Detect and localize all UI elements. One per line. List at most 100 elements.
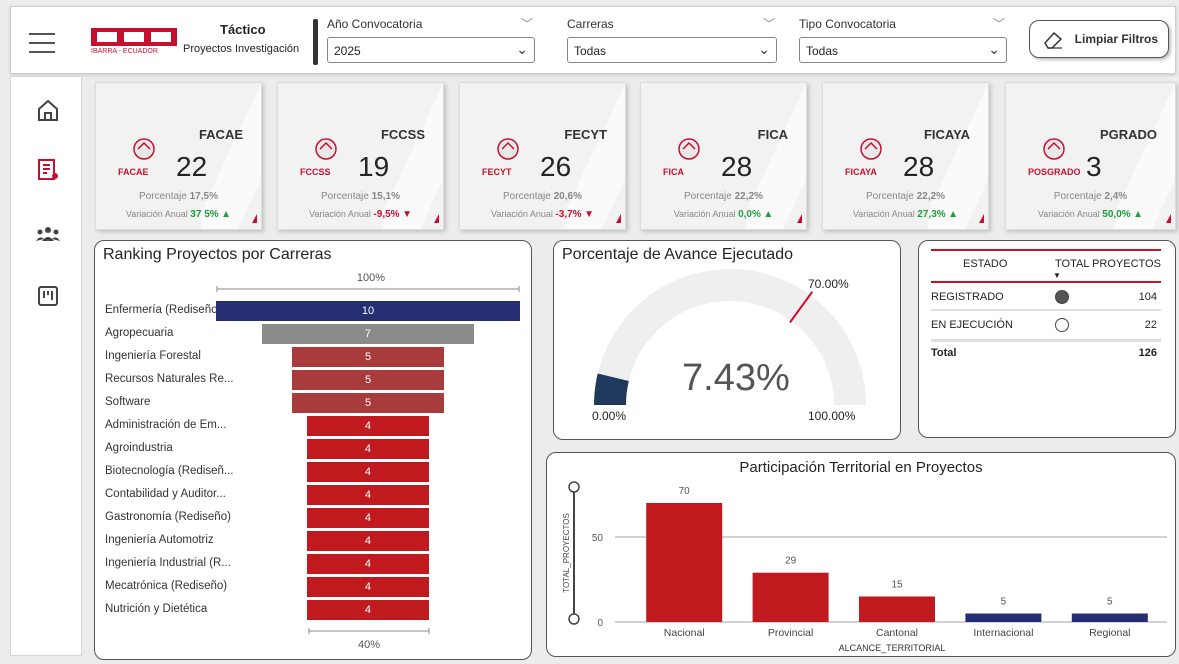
ranking-title: Ranking Proyectos por Carreras: [103, 246, 332, 263]
faculty-icon-label: FECYT: [482, 167, 512, 177]
eraser-icon: [1044, 31, 1063, 49]
faculty-code: FICA: [757, 127, 788, 142]
bar-cantonal[interactable]: [859, 596, 935, 623]
percentage-label: Porcentaje: [321, 191, 369, 202]
funnel-bar[interactable]: 5: [292, 393, 444, 413]
funnel-bar[interactable]: 4: [307, 577, 429, 597]
funnel-bar[interactable]: 4: [307, 462, 429, 482]
funnel-bar[interactable]: 5: [292, 347, 444, 367]
report-icon[interactable]: [35, 157, 61, 183]
funnel-category-label: Administración de Em...: [105, 419, 227, 431]
chevron-down-icon[interactable]: ﹀: [521, 15, 533, 32]
variation-value: -9,5%: [373, 209, 400, 220]
ranking-panel: Ranking Proyectos por Carreras 100% Enfe…: [94, 240, 532, 660]
percentage-label: Porcentaje: [139, 191, 187, 202]
y-range-handle-top[interactable]: [568, 481, 580, 493]
percentage-label: Porcentaje: [1053, 191, 1102, 202]
slicer-tipo-convocatoria: Tipo Convocatoria ﹀ Todas ⌄: [799, 15, 1007, 63]
table-header-rule: [931, 281, 1161, 283]
clear-filters-button[interactable]: Limpiar Filtros: [1029, 20, 1169, 58]
funnel-bar[interactable]: 4: [307, 508, 429, 528]
kpi-card-pgrado[interactable]: POSGRADO PGRADO 3 Porcentaje 2,4% Variación …: [1005, 82, 1176, 230]
anio-dropdown[interactable]: 2025 ⌄: [327, 37, 535, 63]
people-icon[interactable]: [35, 221, 61, 247]
funnel-bar[interactable]: 4: [307, 600, 429, 620]
funnel-bar[interactable]: 4: [307, 485, 429, 505]
kpi-card-fica[interactable]: FICA FICA 28 Porcentaje 22,2% Variación Anua…: [640, 82, 807, 230]
project-count: 22: [176, 151, 208, 182]
board-icon[interactable]: [35, 283, 61, 309]
card-decoration: [746, 83, 806, 229]
triangle-down-icon: ▼: [584, 209, 594, 220]
clear-filters-label: Limpiar Filtros: [1074, 32, 1158, 46]
variation-value: -3,7%: [555, 209, 582, 220]
funnel-bar[interactable]: 4: [307, 531, 429, 551]
bar-internacional[interactable]: [965, 613, 1042, 623]
funnel-bar[interactable]: 4: [307, 439, 429, 459]
total-value: 126: [1138, 347, 1157, 359]
home-icon[interactable]: [35, 97, 61, 123]
funnel-bar[interactable]: 7: [261, 324, 475, 344]
percentage-label: Porcentaje: [684, 191, 732, 202]
table-total-rule: [931, 339, 1161, 342]
kpi-card-fecyt[interactable]: FECYT FECYT 26 Porcentaje 20,6% Variación An…: [459, 82, 626, 230]
bar-nacional[interactable]: [646, 503, 723, 622]
chevron-down-icon[interactable]: ﹀: [763, 15, 775, 32]
utn-logo: IBARRA - ECUADOR: [91, 28, 177, 60]
triangle-up-icon: ▲: [763, 209, 774, 220]
triangle-down-icon: ▼: [402, 209, 412, 220]
carreras-dropdown[interactable]: Todas ⌄: [567, 37, 777, 63]
y-tick-label: 0: [597, 618, 603, 629]
chevron-down-icon: ⌄: [988, 41, 1000, 57]
bar-regional[interactable]: [1071, 613, 1148, 623]
variation-text: Variación Anual -3,7% ▼: [460, 209, 625, 220]
funnel-bar[interactable]: 4: [307, 554, 429, 574]
percentage-value: 15,1%: [371, 191, 400, 202]
percentage-text: Porcentaje 17,5%: [96, 191, 261, 202]
bar-value-label: 70: [679, 486, 691, 497]
variation-value: 37 5%: [190, 209, 219, 220]
dropdown-value: Todas: [806, 44, 839, 58]
corner-marker: [252, 214, 257, 223]
kpi-card-fccss[interactable]: FCCSS FCCSS 19 Porcentaje 15,1% Variación An…: [277, 82, 444, 230]
x-tick-label: Internacional: [973, 627, 1033, 639]
project-count: 26: [540, 151, 572, 182]
y-range-handle-bottom[interactable]: [568, 613, 580, 625]
variation-label: Variación Anual: [125, 209, 188, 219]
variation-text: Variación Anual 0,0% ▲: [641, 209, 806, 220]
gauge-target-label: 70.00%: [808, 277, 849, 291]
funnel-bar[interactable]: 4: [307, 416, 429, 436]
funnel-bar[interactable]: 10: [216, 301, 520, 321]
card-decoration: [201, 83, 261, 229]
faculty-icon-label: POSGRADO: [1028, 167, 1081, 177]
bar-provincial[interactable]: [752, 572, 829, 622]
funnel-category-label: Recursos Naturales Re...: [105, 373, 234, 385]
funnel-category-label: Enfermería (Rediseño: [105, 304, 218, 316]
col-total-proyectos[interactable]: TOTAL PROYECTOS: [1055, 258, 1161, 270]
variation-label: Variación Anual: [1037, 209, 1100, 219]
total-label: Total: [931, 347, 957, 359]
kpi-card-facae[interactable]: FACAE FACAE 22 Porcentaje 17,5% Variación An…: [95, 82, 262, 230]
funnel-category-label: Ingeniería Forestal: [105, 350, 201, 362]
status-table-panel: ESTADO TOTAL PROYECTOS ▼ REGISTRADO 104 EN…: [918, 240, 1176, 438]
variation-value: 50,0%: [1102, 209, 1131, 220]
chevron-down-icon: ⌄: [758, 41, 770, 57]
page-title: Táctico: [220, 22, 266, 37]
funnel-top-bracket: [216, 286, 520, 292]
triangle-up-icon: ▲: [221, 209, 232, 220]
empty-circle-icon: [1055, 318, 1069, 332]
funnel-category-label: Mecatrónica (Rediseño): [105, 580, 228, 592]
funnel-category-label: Agropecuaria: [105, 327, 174, 339]
hamburger-menu-icon[interactable]: [29, 33, 55, 53]
funnel-bar[interactable]: 5: [292, 370, 444, 390]
dropdown-value: 2025: [334, 44, 361, 58]
col-estado[interactable]: ESTADO: [963, 258, 1007, 270]
percentage-value: 17,5%: [189, 191, 218, 202]
kpi-card-ficaya[interactable]: FICAYA FICAYA 28 Porcentaje 22,2% Variación …: [822, 82, 989, 230]
total-cell: 104: [1138, 291, 1157, 303]
variation-text: Variación Anual -9,5% ▼: [278, 209, 443, 220]
y-tick-label: 50: [592, 533, 604, 544]
tipo-dropdown[interactable]: Todas ⌄: [799, 37, 1007, 63]
bar-value-label: 15: [891, 580, 903, 591]
chevron-down-icon[interactable]: ﹀: [993, 15, 1005, 32]
